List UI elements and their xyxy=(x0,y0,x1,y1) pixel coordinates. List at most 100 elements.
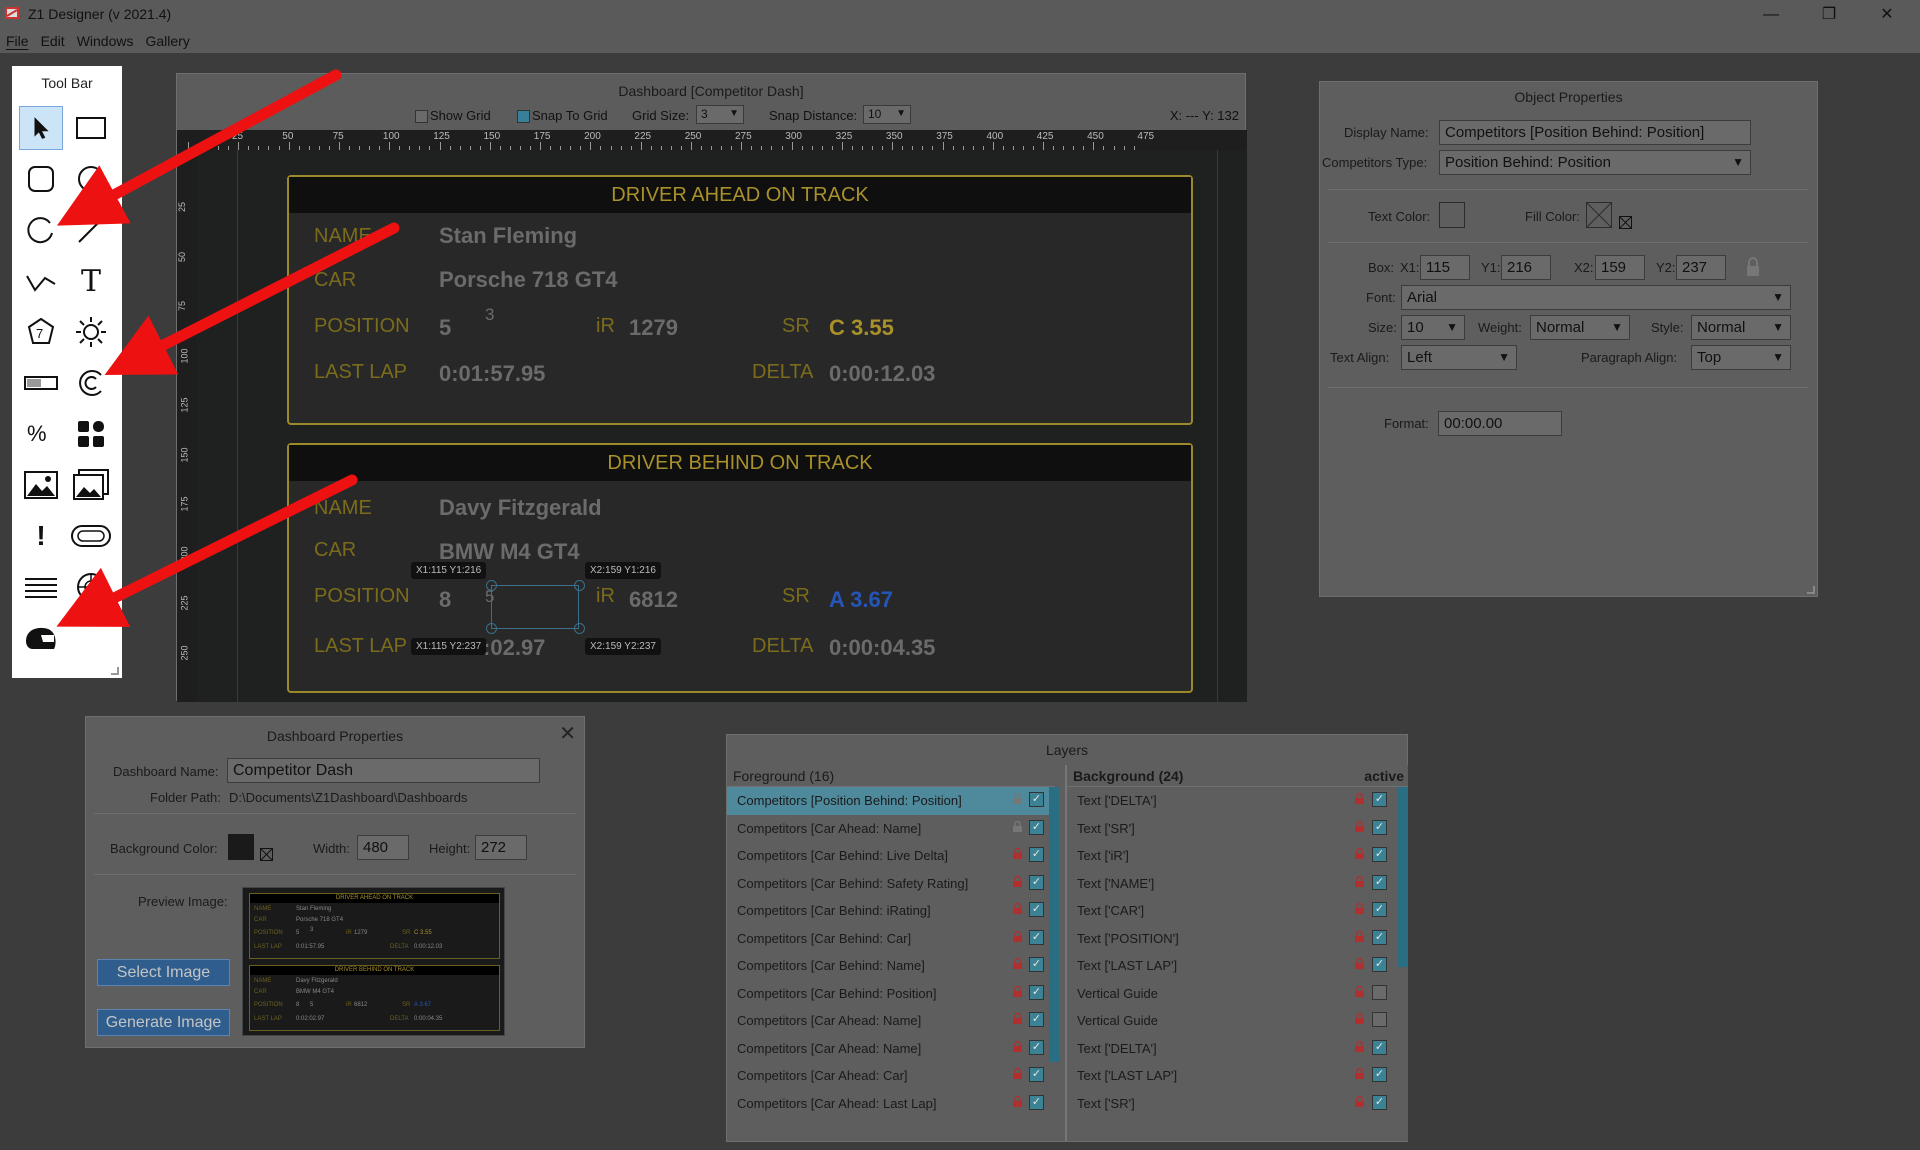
delta-label[interactable]: DELTA xyxy=(752,635,814,658)
visibility-checkbox[interactable] xyxy=(1372,984,1387,1000)
ahead-last-lap[interactable]: 0:01:57.95 xyxy=(439,361,545,387)
layer-row[interactable]: Competitors [Car Behind: Live Delta] ✓ xyxy=(727,842,1055,870)
dashboard-canvas[interactable]: DRIVER AHEAD ON TRACK NAME Stan Fleming … xyxy=(197,150,1247,702)
lock-icon[interactable] xyxy=(1355,930,1364,942)
font-weight-select[interactable]: Normal xyxy=(1530,315,1630,340)
menu-file[interactable]: File xyxy=(0,29,35,53)
lock-icon[interactable] xyxy=(1355,875,1364,887)
menu-edit[interactable]: Edit xyxy=(35,29,71,53)
visibility-checkbox[interactable]: ✓ xyxy=(1372,792,1387,807)
show-grid-checkbox[interactable]: Show Grid xyxy=(415,108,491,124)
background-color-swatch[interactable] xyxy=(228,834,254,860)
layer-row[interactable]: Text ['DELTA'] ✓ xyxy=(1067,1035,1408,1063)
layer-row[interactable]: Competitors [Car Ahead: Name] ✓ xyxy=(727,1007,1055,1035)
ir-label[interactable]: iR xyxy=(596,585,615,608)
font-style-select[interactable]: Normal xyxy=(1691,315,1791,340)
visibility-checkbox[interactable]: ✓ xyxy=(1029,792,1044,807)
ahead-position[interactable]: 5 xyxy=(439,315,451,341)
ahead-class-position[interactable]: 3 xyxy=(485,305,494,325)
driver-ahead-card[interactable]: DRIVER AHEAD ON TRACK NAME Stan Fleming … xyxy=(287,175,1193,425)
sr-label[interactable]: SR xyxy=(782,315,810,338)
name-label[interactable]: NAME xyxy=(314,497,372,520)
visibility-checkbox[interactable]: ✓ xyxy=(1372,957,1387,972)
layer-row[interactable]: Competitors [Car Ahead: Name] ✓ xyxy=(727,1035,1055,1063)
visibility-checkbox[interactable]: ✓ xyxy=(1029,1039,1044,1055)
visibility-checkbox[interactable]: ✓ xyxy=(1029,1067,1044,1082)
layer-row[interactable]: Text ['POSITION'] ✓ xyxy=(1067,925,1408,953)
sr-label[interactable]: SR xyxy=(782,585,810,608)
polyline-tool-icon[interactable] xyxy=(19,259,63,303)
lock-icon[interactable] xyxy=(1355,848,1364,859)
visibility-checkbox[interactable]: ✓ xyxy=(1029,984,1044,1000)
ahead-irating[interactable]: 1279 xyxy=(629,315,678,341)
layer-row[interactable]: Vertical Guide xyxy=(1067,980,1408,1008)
driver-behind-header[interactable]: DRIVER BEHIND ON TRACK xyxy=(289,445,1191,481)
layer-row[interactable]: Competitors [Car Behind: Position] ✓ xyxy=(727,980,1055,1008)
generate-image-button[interactable]: Generate Image xyxy=(97,1009,230,1036)
lock-icon[interactable] xyxy=(1013,958,1022,969)
resize-handle[interactable] xyxy=(574,623,585,634)
list-tool-icon[interactable] xyxy=(19,565,63,609)
layer-row[interactable]: Text ['CAR'] ✓ xyxy=(1067,897,1408,925)
percentage-tool-icon[interactable]: % xyxy=(19,412,63,456)
resize-grip-icon[interactable] xyxy=(111,667,119,675)
layer-row[interactable]: Competitors [Car Ahead: Last Lap] ✓ xyxy=(727,1090,1055,1118)
car-label[interactable]: CAR xyxy=(314,269,356,292)
x2-input[interactable]: 159 xyxy=(1595,255,1645,280)
driver-ahead-header[interactable]: DRIVER AHEAD ON TRACK xyxy=(289,177,1191,213)
visibility-checkbox[interactable]: ✓ xyxy=(1029,819,1044,835)
pointer-tool-icon[interactable] xyxy=(19,106,63,150)
visibility-checkbox[interactable]: ✓ xyxy=(1372,1039,1387,1055)
lock-icon[interactable] xyxy=(1013,820,1022,832)
text-align-select[interactable]: Left xyxy=(1401,345,1517,370)
y2-input[interactable]: 237 xyxy=(1676,255,1726,280)
format-input[interactable]: 00:00.00 xyxy=(1438,411,1562,436)
ahead-name[interactable]: Stan Fleming xyxy=(439,223,577,249)
helmet-competitor-tool-icon[interactable] xyxy=(19,616,63,660)
lock-icon[interactable] xyxy=(1355,985,1364,997)
visibility-checkbox[interactable]: ✓ xyxy=(1029,902,1044,917)
ir-label[interactable]: iR xyxy=(596,315,615,338)
lock-icon[interactable] xyxy=(1013,875,1022,887)
lock-icon[interactable] xyxy=(1013,1068,1022,1079)
car-label[interactable]: CAR xyxy=(314,539,356,562)
behind-irating[interactable]: 6812 xyxy=(629,587,678,613)
ahead-delta[interactable]: 0:00:12.03 xyxy=(829,361,935,387)
last-lap-label[interactable]: LAST LAP xyxy=(314,361,407,384)
lock-icon[interactable] xyxy=(1355,1013,1364,1024)
foreground-layer-list[interactable]: Foreground (16) Competitors [Position Be… xyxy=(727,765,1059,1141)
clear-fill-icon[interactable] xyxy=(1619,216,1632,229)
layer-row[interactable]: Text ['SR'] ✓ xyxy=(1067,1090,1408,1118)
competitors-type-select[interactable]: Position Behind: Position xyxy=(1439,150,1751,175)
name-label[interactable]: NAME xyxy=(314,225,372,248)
layer-row[interactable]: Competitors [Car Ahead: Car] ✓ xyxy=(727,1062,1055,1090)
lock-icon[interactable] xyxy=(1013,930,1022,942)
lock-icon[interactable] xyxy=(1013,903,1022,914)
position-label[interactable]: POSITION xyxy=(314,315,410,338)
lock-icon[interactable] xyxy=(1013,985,1022,997)
selection-box[interactable] xyxy=(491,585,579,629)
lock-icon[interactable] xyxy=(1013,1095,1022,1107)
width-input[interactable]: 480 xyxy=(357,835,409,860)
line-tool-icon[interactable] xyxy=(69,208,113,252)
layer-row[interactable]: Competitors [Car Ahead: Name] ✓ xyxy=(727,815,1055,843)
layer-row[interactable]: Text ['LAST LAP'] ✓ xyxy=(1067,1062,1408,1090)
visibility-checkbox[interactable]: ✓ xyxy=(1029,929,1044,945)
vertical-guide[interactable] xyxy=(237,150,238,702)
alert-tool-icon[interactable]: ! xyxy=(19,514,63,558)
visibility-checkbox[interactable]: ✓ xyxy=(1372,1067,1387,1082)
lock-icon[interactable] xyxy=(1355,1040,1364,1052)
resize-handle[interactable] xyxy=(574,580,585,591)
visibility-checkbox[interactable]: ✓ xyxy=(1372,929,1387,945)
lock-icon[interactable] xyxy=(1355,903,1364,914)
close-icon[interactable]: ✕ xyxy=(559,721,576,746)
visibility-checkbox[interactable]: ✓ xyxy=(1029,1094,1044,1110)
font-select[interactable]: Arial xyxy=(1401,285,1791,310)
visibility-checkbox[interactable]: ✓ xyxy=(1029,1012,1044,1027)
grid-size-select[interactable]: 3 ▼ xyxy=(696,105,744,124)
lock-icon[interactable] xyxy=(1355,793,1364,804)
layer-row[interactable]: Vertical Guide xyxy=(1067,1007,1408,1035)
behind-position[interactable]: 8 xyxy=(439,587,451,613)
text-tool-icon[interactable]: T xyxy=(69,259,113,303)
resize-grip-icon[interactable] xyxy=(1807,586,1815,594)
